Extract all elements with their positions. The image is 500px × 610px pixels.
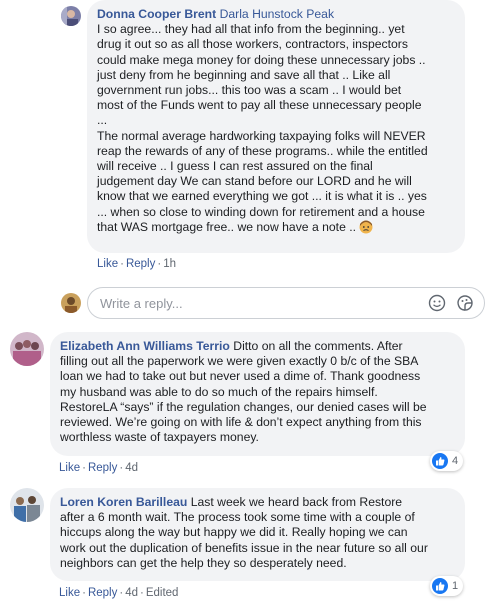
avatar-photo-icon xyxy=(61,6,81,26)
comment-line-last: that WAS mortgage free.. we now have a n… xyxy=(97,220,455,238)
comment-line: ... when so close to winding down for re… xyxy=(97,204,425,219)
timestamp[interactable]: 1h xyxy=(163,258,176,270)
comment-line: filling out all the paperwork we were gi… xyxy=(60,354,419,369)
comment-line: I so agree... they had all that info fro… xyxy=(97,22,405,37)
comment-line: Last week we heard back from Restore xyxy=(187,495,403,509)
comment-author[interactable]: Loren Koren Barilleau xyxy=(60,495,187,509)
like-button[interactable]: Like xyxy=(97,258,118,270)
comment-line: that WAS mortgage free.. we now have a n… xyxy=(97,219,357,234)
comment-line: loan we had to take out but never used a… xyxy=(60,369,421,384)
comment-line: worthless waste of taxpayers money. xyxy=(60,430,259,445)
reaction-summary-loren[interactable]: 1 xyxy=(430,576,464,596)
comment-line: The normal average hardworking taxpaying… xyxy=(97,128,426,143)
comment-line: government run jobs... this too was a sc… xyxy=(97,83,402,98)
comment-line: most of the Funds went to pay all these … xyxy=(97,98,422,113)
reply-button[interactable]: Reply xyxy=(88,587,117,599)
comment-line: could make mega money for doing these un… xyxy=(97,52,426,67)
comment-line: work out the duplication of benefits iss… xyxy=(60,540,428,555)
reaction-summary-elizabeth[interactable]: 4 xyxy=(430,451,464,471)
tagged-user[interactable]: Darla Hunstock Peak xyxy=(220,7,334,21)
smiley-icon[interactable] xyxy=(428,294,446,315)
like-button[interactable]: Like xyxy=(59,462,80,474)
comment-bubble-donna: Donna Cooper Brent Darla Hunstock Peak I… xyxy=(87,0,465,253)
reply-input-icons xyxy=(428,294,474,315)
reply-input[interactable]: Write a reply... xyxy=(87,287,485,319)
comment-line: drug it out so as all those workers, con… xyxy=(97,37,408,52)
comment-text: Elizabeth Ann Williams Terrio Ditto on a… xyxy=(60,339,455,445)
avatar-loren[interactable] xyxy=(10,488,44,522)
avatar-photo-icon xyxy=(10,332,44,366)
comment-line: Ditto on all the comments. After xyxy=(229,339,403,353)
reply-button[interactable]: Reply xyxy=(88,462,117,474)
comment-line: know that we earned everything we got ..… xyxy=(97,189,427,204)
like-reaction-icon xyxy=(432,453,448,469)
edited-label[interactable]: Edited xyxy=(146,587,179,599)
avatar-donna[interactable] xyxy=(61,6,81,26)
comment-bubble-loren: Loren Koren Barilleau Last week we heard… xyxy=(50,488,465,581)
avatar-elizabeth[interactable] xyxy=(10,332,44,366)
avatar-photo-icon xyxy=(10,488,44,522)
comment-line: will receive .. I guess I can rest assur… xyxy=(97,159,373,174)
separator-dot: · xyxy=(120,258,124,270)
comment-first-line: Elizabeth Ann Williams Terrio Ditto on a… xyxy=(60,339,455,354)
separator-dot: · xyxy=(82,462,86,474)
comment-author[interactable]: Donna Cooper Brent xyxy=(97,7,216,21)
comment-actions-donna: Like · Reply · 1h xyxy=(97,258,176,270)
timestamp[interactable]: 4d xyxy=(125,462,138,474)
comment-actions-elizabeth: Like · Reply · 4d xyxy=(59,462,138,474)
comment-line: my husband was able to do so much of the… xyxy=(60,384,378,399)
comment-first-line: Loren Koren Barilleau Last week we heard… xyxy=(60,495,455,510)
comment-line: judgement day We can stand before our LO… xyxy=(97,174,412,189)
comment-line: RestoreLA “says” if the regulation chang… xyxy=(60,399,427,414)
comment-actions-loren: Like · Reply · 4d · Edited xyxy=(59,587,178,599)
timestamp[interactable]: 4d xyxy=(125,587,138,599)
like-button[interactable]: Like xyxy=(59,587,80,599)
comment-line: just deny from he beginning and save all… xyxy=(97,67,391,82)
separator-dot: · xyxy=(82,587,86,599)
avatar-photo-icon xyxy=(61,293,81,313)
separator-dot: · xyxy=(140,587,144,599)
reply-button[interactable]: Reply xyxy=(126,258,155,270)
comment-line: neighbors can get the help they so despe… xyxy=(60,555,347,570)
reply-placeholder: Write a reply... xyxy=(100,296,183,311)
comment-bubble-elizabeth: Elizabeth Ann Williams Terrio Ditto on a… xyxy=(50,332,465,456)
current-user-avatar xyxy=(61,293,81,313)
like-reaction-icon xyxy=(432,578,448,594)
comment-line: after a 6 month wait. The process took s… xyxy=(60,510,415,525)
reaction-count: 4 xyxy=(452,455,459,467)
comment-line: ... xyxy=(97,113,108,128)
reaction-count: 1 xyxy=(452,580,459,592)
comment-line: hiccups along the way but happy we did i… xyxy=(60,525,408,540)
comment-text: I so agree... they had all that info fro… xyxy=(97,22,455,238)
sticker-icon[interactable] xyxy=(456,294,474,315)
worried-face-emoji xyxy=(359,220,373,238)
comment-text: Loren Koren Barilleau Last week we heard… xyxy=(60,495,455,571)
comment-line: reap the rewards of any of these program… xyxy=(97,143,428,158)
comment-author[interactable]: Elizabeth Ann Williams Terrio xyxy=(60,339,230,353)
comment-header: Donna Cooper Brent Darla Hunstock Peak xyxy=(97,7,455,22)
comment-line: reviewed. We’re going on with life & don… xyxy=(60,415,422,430)
